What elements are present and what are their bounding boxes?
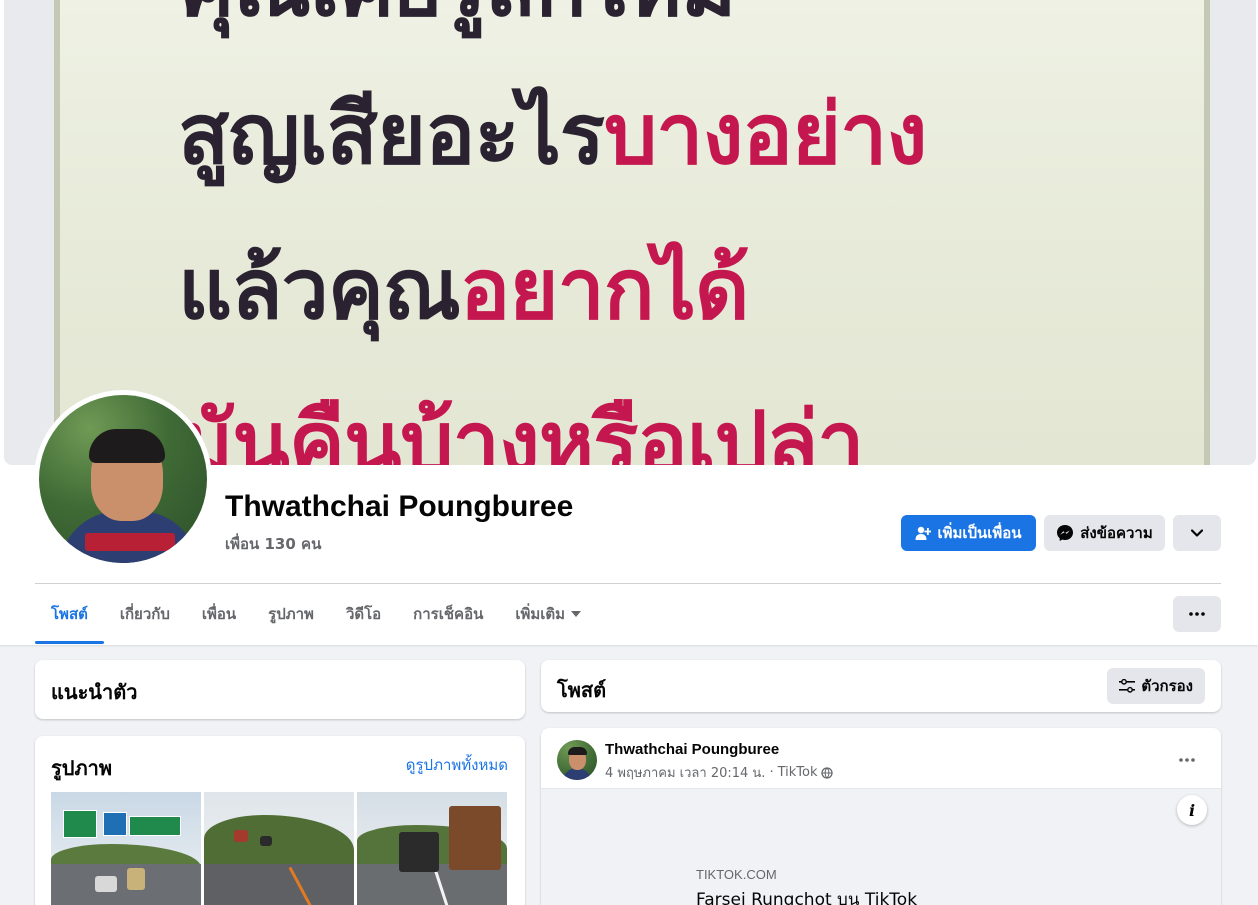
see-all-photos-link[interactable]: ดูรูปภาพทั้งหมด (406, 753, 508, 777)
filter-sliders-icon (1119, 679, 1136, 693)
profile-name: Thwathchai Poungburee (225, 490, 574, 523)
tab-checkins[interactable]: การเช็คอิน (397, 584, 499, 644)
post-card: Thwathchai Poungburee 4 พฤษภาคม เวลา 20:… (541, 728, 1221, 905)
link-preview[interactable]: i TIKTOK.COM Farsei Rungchot บน TikTok (541, 788, 1221, 905)
message-button[interactable]: ส่งข้อความ (1044, 515, 1165, 551)
more-dots-icon (1189, 612, 1205, 616)
avatar-image (39, 395, 207, 563)
link-title[interactable]: Farsei Rungchot บน TikTok (696, 886, 917, 905)
road-sign (129, 816, 181, 836)
post-meta: 4 พฤษภาคม เวลา 20:14 น. · TikTok (605, 762, 834, 783)
road-sign (63, 810, 97, 838)
road-sign (103, 812, 127, 836)
post-options-button[interactable] (1169, 742, 1205, 778)
profile-avatar[interactable] (34, 390, 212, 568)
add-friend-icon (915, 526, 932, 540)
tab-posts[interactable]: โพสต์ (35, 584, 104, 644)
post-source: TikTok (777, 765, 818, 780)
filter-button[interactable]: ตัวกรอง (1107, 668, 1205, 704)
cover-text-line-1: คุณเคยรู้สึกไหม (178, 0, 736, 28)
cover-text-line-3: แล้วคุณอยากได้ (178, 240, 749, 338)
cover-text-line-2: สูญเสียอะไรบางอย่าง (178, 85, 927, 183)
tab-videos[interactable]: วิดีโอ (330, 584, 397, 644)
message-label: ส่งข้อความ (1080, 524, 1153, 542)
friends-count-link[interactable]: เพื่อน 130 คน (225, 532, 321, 556)
post-author-avatar[interactable] (557, 740, 597, 780)
filter-label: ตัวกรอง (1141, 677, 1193, 695)
chevron-down-icon (1191, 529, 1203, 537)
messenger-icon (1057, 525, 1074, 541)
add-friend-button[interactable]: เพิ่มเป็นเพื่อน (901, 515, 1036, 551)
photos-title: รูปภาพ (51, 756, 113, 780)
cover-photo[interactable]: คุณเคยรู้สึกไหม สูญเสียอะไรบางอย่าง แล้ว… (4, 0, 1256, 465)
tab-about[interactable]: เกี่ยวกับ (104, 584, 186, 644)
link-domain: TIKTOK.COM (696, 867, 777, 882)
photo-thumbnail[interactable] (357, 792, 507, 905)
photos-card: รูปภาพ ดูรูปภาพทั้งหมด (35, 736, 525, 905)
post-date[interactable]: 4 พฤษภาคม เวลา 20:14 น. (605, 762, 765, 783)
meta-separator: · (769, 765, 774, 780)
info-icon[interactable]: i (1177, 795, 1207, 825)
tab-photos[interactable]: รูปภาพ (252, 584, 330, 644)
add-friend-label: เพิ่มเป็นเพื่อน (937, 524, 1022, 542)
avatar-hair (89, 429, 165, 463)
caret-down-icon (571, 611, 582, 617)
tabs-overflow-button[interactable] (1173, 596, 1221, 632)
intro-card: แนะนำตัว (35, 660, 525, 719)
profile-header: คุณเคยรู้สึกไหม สูญเสียอะไรบางอย่าง แล้ว… (0, 0, 1258, 645)
cover-text-panel: คุณเคยรู้สึกไหม สูญเสียอะไรบางอย่าง แล้ว… (54, 0, 1210, 465)
tab-friends[interactable]: เพื่อน (186, 584, 252, 644)
more-dots-icon (1179, 758, 1195, 762)
intro-title: แนะนำตัว (51, 680, 138, 704)
posts-title: โพสต์ (557, 678, 607, 702)
tab-more[interactable]: เพิ่มเติม (499, 584, 597, 644)
cover-text-line-4: มันคืนบ้างหรือเปล่า (178, 393, 865, 465)
posts-header-card: โพสต์ ตัวกรอง (541, 660, 1221, 712)
profile-tabs: โพสต์ เกี่ยวกับ เพื่อน รูปภาพ วิดีโอ การ… (35, 584, 597, 644)
profile-more-button[interactable] (1173, 515, 1221, 551)
post-author-name[interactable]: Thwathchai Poungburee (605, 741, 779, 758)
avatar-shirt-print (85, 533, 175, 551)
photo-thumbnail[interactable] (51, 792, 201, 905)
photo-thumbnail[interactable] (204, 792, 354, 905)
globe-icon (821, 766, 834, 779)
